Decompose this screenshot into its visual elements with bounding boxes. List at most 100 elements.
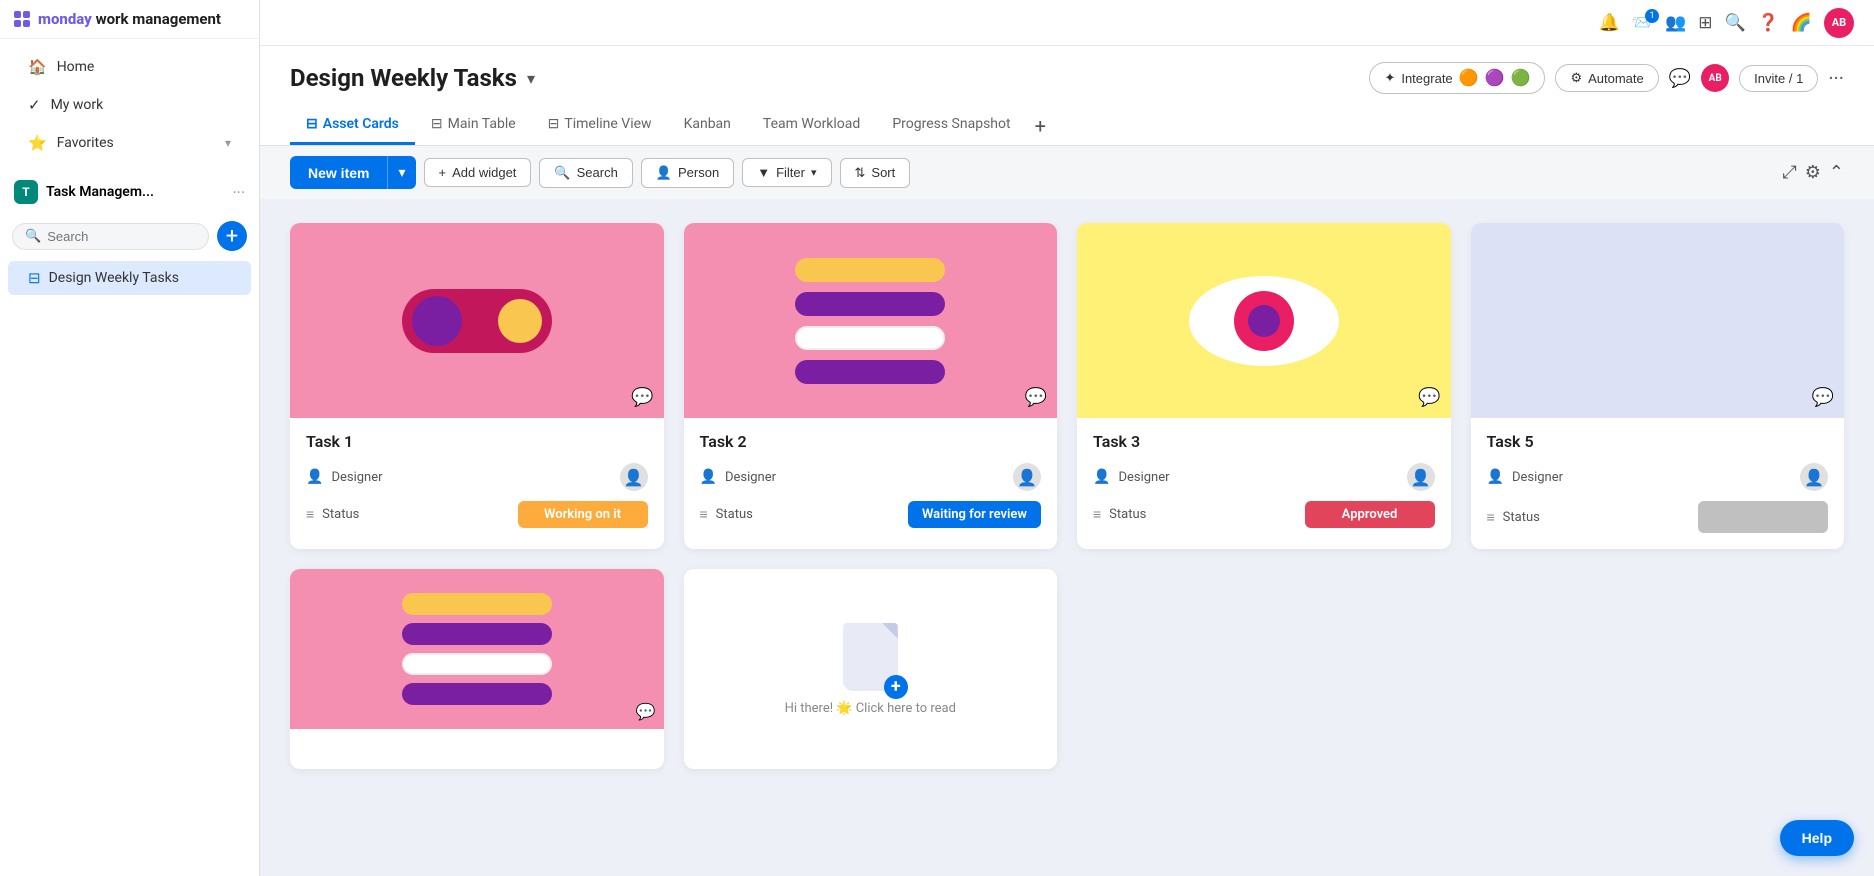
automate-button[interactable]: ⚙ Automate xyxy=(1555,64,1658,92)
workspace-row[interactable]: T Task Managem... ··· xyxy=(0,171,259,213)
card-task5[interactable]: 💬 Task 5 👤 Designer 👤 ≡ Status xyxy=(1471,223,1845,549)
chevron-down-icon: ▾ xyxy=(225,136,231,150)
status-badge[interactable]: Approved xyxy=(1305,501,1435,528)
sidebar-item-home[interactable]: 🏠 Home xyxy=(8,49,251,85)
hamburger-graphic2 xyxy=(402,593,552,705)
card-title: Task 5 xyxy=(1487,432,1829,451)
card-comment-icon[interactable]: 💬 xyxy=(631,387,653,408)
tab-timeline[interactable]: ⊟ Timeline View xyxy=(532,106,668,145)
status-badge[interactable]: Working on it xyxy=(518,501,648,528)
tab-team-workload[interactable]: Team Workload xyxy=(747,106,876,145)
sort-icon: ⇅ xyxy=(855,165,866,181)
card-designer-field: 👤 Designer 👤 xyxy=(1487,463,1829,491)
user-avatar[interactable]: AB xyxy=(1824,8,1854,38)
tab-asset-cards[interactable]: ⊟ Asset Cards xyxy=(290,106,415,145)
designer-label: Designer xyxy=(1512,470,1563,485)
inbox-icon[interactable]: 📨 1 xyxy=(1632,13,1653,33)
card-thumbnail: 💬 xyxy=(684,223,1058,418)
sidebar-item-label: My work xyxy=(51,97,104,113)
status-badge-empty[interactable] xyxy=(1698,501,1828,533)
card-comment-icon[interactable]: 💬 xyxy=(1025,387,1047,408)
card-task4-partial[interactable]: 💬 xyxy=(290,569,664,769)
invite-button[interactable]: Invite / 1 xyxy=(1739,65,1818,92)
tab-icon: ⊟ xyxy=(306,116,318,132)
add-file-text: Hi there! 🌟 Click here to read xyxy=(769,701,972,716)
add-tab-icon[interactable]: + xyxy=(1027,114,1054,138)
designer-label: Designer xyxy=(331,470,382,485)
person-avatar: 👤 xyxy=(1013,463,1041,491)
search-input[interactable] xyxy=(47,229,196,244)
card-title: Task 3 xyxy=(1093,432,1435,451)
search-icon: 🔍 xyxy=(25,229,41,244)
add-button[interactable]: + xyxy=(217,221,247,251)
new-item-dropdown[interactable]: ▾ xyxy=(387,156,415,189)
status-badge[interactable]: Waiting for review xyxy=(908,501,1041,528)
star-icon: ⭐ xyxy=(28,134,47,152)
tab-icon: ⊟ xyxy=(548,116,560,132)
empty-card-slot xyxy=(1077,569,1451,769)
card-comment-icon[interactable]: 💬 xyxy=(636,702,656,721)
help-button[interactable]: Help xyxy=(1780,820,1854,856)
title-chevron-icon[interactable]: ▾ xyxy=(527,69,535,88)
tab-icon: ⊟ xyxy=(431,116,443,132)
sidebar: monday work management 🏠 Home ✓ My work … xyxy=(0,0,260,876)
add-widget-button[interactable]: + Add widget xyxy=(424,158,532,187)
search-row: 🔍 + xyxy=(0,213,259,259)
inbox-badge: 1 xyxy=(1645,9,1659,23)
tab-progress-snapshot[interactable]: Progress Snapshot xyxy=(876,106,1026,145)
sidebar-item-mywork[interactable]: ✓ My work xyxy=(8,87,251,123)
board-item-label: Design Weekly Tasks xyxy=(49,270,179,286)
integrate-label: Integrate xyxy=(1401,71,1452,86)
logo: monday work management xyxy=(38,10,221,28)
help-icon[interactable]: ❓ xyxy=(1758,13,1779,33)
new-item-button[interactable]: New item xyxy=(290,156,387,189)
card-status-field: ≡ Status Approved xyxy=(1093,501,1435,528)
card-task3[interactable]: 💬 Task 3 👤 Designer 👤 ≡ Status Approved xyxy=(1077,223,1451,549)
card-body: Task 2 👤 Designer 👤 ≡ Status Waiting for… xyxy=(684,418,1058,544)
settings-icon[interactable]: ⚙ xyxy=(1805,162,1821,183)
card-comment-icon[interactable]: 💬 xyxy=(1812,387,1834,408)
card-add-file[interactable]: + Hi there! 🌟 Click here to read xyxy=(684,569,1058,769)
apps-colorful-icon[interactable]: 🌈 xyxy=(1791,13,1812,33)
status-label: Status xyxy=(1109,507,1146,522)
cards-area: 💬 Task 1 👤 Designer 👤 ≡ Status Working o… xyxy=(260,199,1874,876)
card-comment-icon[interactable]: 💬 xyxy=(1418,387,1440,408)
toolbar: New item ▾ + Add widget 🔍 Search 👤 Perso… xyxy=(260,146,1874,199)
cards-grid-row2: 💬 + Hi there! 🌟 Click here to read xyxy=(290,569,1844,769)
person-button[interactable]: 👤 Person xyxy=(641,158,734,188)
status-label: Status xyxy=(1503,510,1540,525)
board-item-design-weekly-tasks[interactable]: ⊟ Design Weekly Tasks xyxy=(8,261,251,295)
collapse-icon[interactable]: ⌃ xyxy=(1829,162,1844,183)
apps-icon[interactable]: ⊞ xyxy=(1698,13,1712,33)
global-search-icon[interactable]: 🔍 xyxy=(1724,13,1745,33)
user-avatar-header[interactable]: AB xyxy=(1701,64,1729,92)
tab-main-table[interactable]: ⊟ Main Table xyxy=(415,106,532,145)
tab-kanban[interactable]: Kanban xyxy=(668,106,747,145)
card-body: Task 3 👤 Designer 👤 ≡ Status Approved xyxy=(1077,418,1451,544)
people-icon[interactable]: 👥 xyxy=(1665,13,1686,33)
main-content: 🔔 📨 1 👥 ⊞ 🔍 ❓ 🌈 AB Design Weekly Tasks ▾… xyxy=(260,0,1874,876)
page-title: Design Weekly Tasks xyxy=(290,64,517,92)
comment-icon[interactable]: 💬 xyxy=(1669,68,1691,89)
add-file-graphic: + xyxy=(843,623,898,691)
integrate-button[interactable]: ✦ Integrate 🟠🟣🟢 xyxy=(1369,62,1545,94)
card-task2[interactable]: 💬 Task 2 👤 Designer 👤 ≡ Status Waiting f… xyxy=(684,223,1058,549)
status-field-icon: ≡ xyxy=(306,506,314,523)
sidebar-item-favorites[interactable]: ⭐ Favorites ▾ xyxy=(8,125,251,161)
sort-button[interactable]: ⇅ Sort xyxy=(840,158,911,188)
card-title: Task 1 xyxy=(306,432,648,451)
card-thumbnail: 💬 xyxy=(1471,223,1845,418)
add-circle-icon: + xyxy=(884,675,908,699)
fullscreen-icon[interactable]: ⤢ xyxy=(1782,162,1796,183)
more-icon[interactable]: ··· xyxy=(232,183,245,202)
search-button[interactable]: 🔍 Search xyxy=(539,158,632,188)
notifications-icon[interactable]: 🔔 xyxy=(1599,13,1620,33)
new-item-button-wrap: New item ▾ xyxy=(290,156,416,189)
more-options-icon[interactable]: ··· xyxy=(1828,66,1844,90)
checkmark-icon: ✓ xyxy=(28,96,41,114)
filter-button[interactable]: ▼ Filter ▾ xyxy=(742,158,831,187)
toggle-graphic xyxy=(402,289,552,353)
card-designer-field: 👤 Designer 👤 xyxy=(306,463,648,491)
card-task1[interactable]: 💬 Task 1 👤 Designer 👤 ≡ Status Working o… xyxy=(290,223,664,549)
search-wrap[interactable]: 🔍 xyxy=(12,223,209,250)
